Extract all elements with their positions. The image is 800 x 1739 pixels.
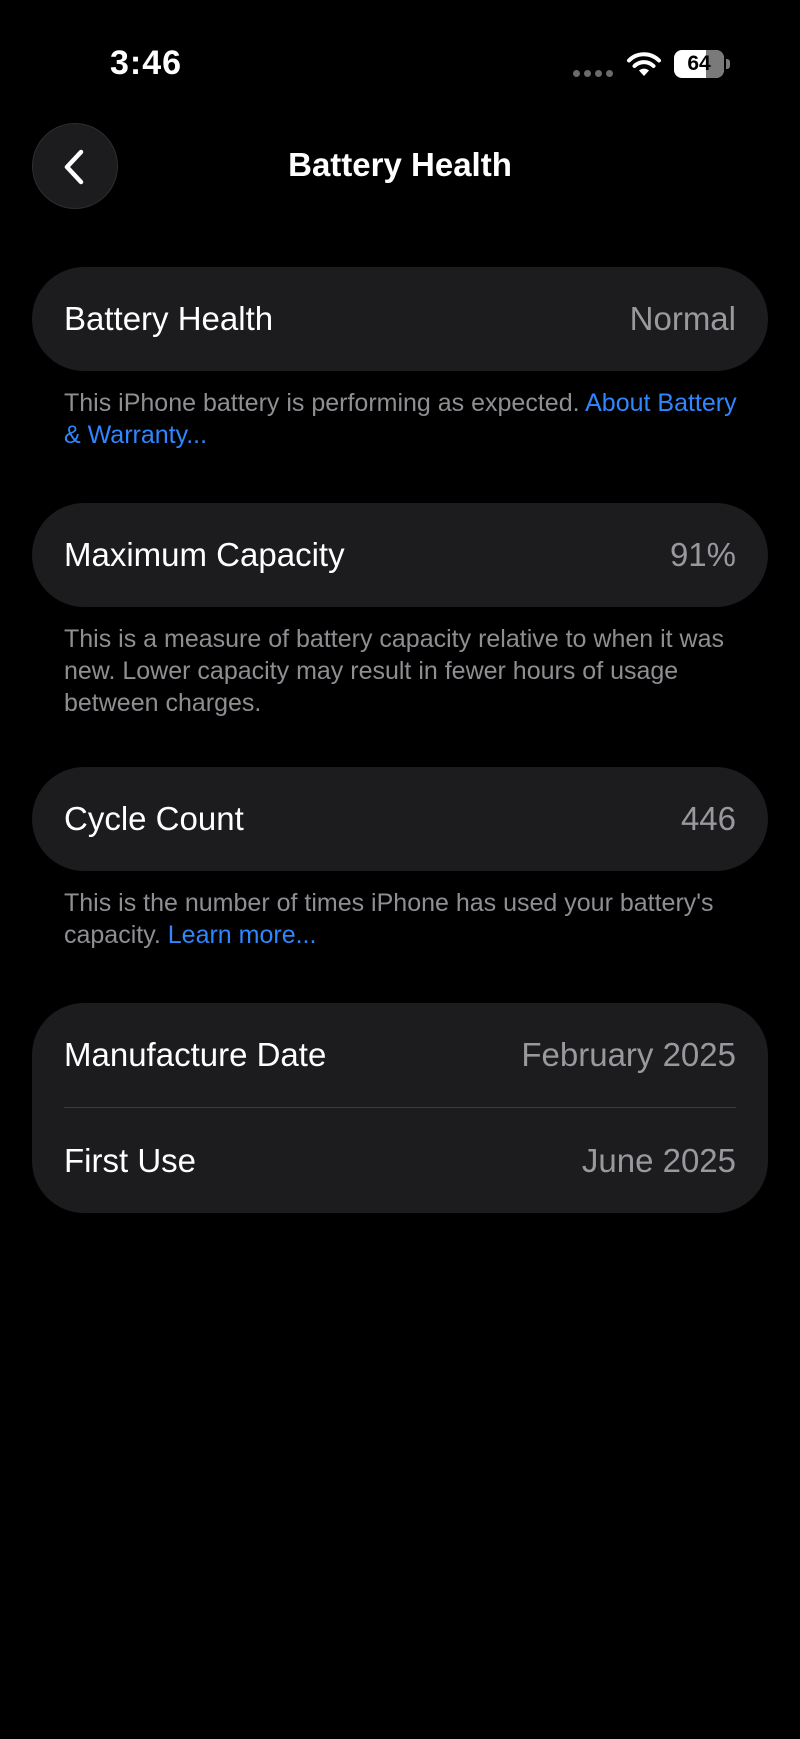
cycle-count-card: Cycle Count 446 xyxy=(32,767,768,871)
learn-more-link[interactable]: Learn more... xyxy=(168,921,317,949)
first-use-label: First Use xyxy=(64,1142,196,1179)
cycle-count-row: Cycle Count 446 xyxy=(64,767,736,871)
battery-level: 64 xyxy=(687,52,711,75)
status-time: 3:46 xyxy=(110,44,183,82)
maximum-capacity-row: Maximum Capacity 91% xyxy=(64,503,736,607)
battery-health-value: Normal xyxy=(629,300,736,337)
maximum-capacity-description: This is a measure of battery capacity re… xyxy=(64,625,725,717)
battery-health-card: Battery Health Normal xyxy=(32,267,768,371)
cycle-count-footnote: This is the number of times iPhone has u… xyxy=(64,887,744,951)
battery-health-label: Battery Health xyxy=(64,300,274,337)
first-use-value: June 2025 xyxy=(581,1142,736,1179)
status-bar: 3:46 64 xyxy=(0,0,800,130)
row-divider xyxy=(64,1107,736,1108)
manufacture-date-label: Manufacture Date xyxy=(64,1036,327,1073)
battery-health-footnote: This iPhone battery is performing as exp… xyxy=(64,387,744,451)
cellular-signal-icon xyxy=(573,70,613,78)
dates-card: Manufacture Date February 2025 First Use… xyxy=(32,1003,768,1213)
manufacture-date-row: Manufacture Date February 2025 xyxy=(64,1003,736,1107)
battery-icon: 64 xyxy=(674,50,730,78)
battery-health-row: Battery Health Normal xyxy=(64,267,736,371)
manufacture-date-value: February 2025 xyxy=(521,1036,736,1073)
maximum-capacity-value: 91% xyxy=(669,536,736,573)
first-use-row: First Use June 2025 xyxy=(64,1109,736,1213)
wifi-icon xyxy=(627,52,661,76)
maximum-capacity-card: Maximum Capacity 91% xyxy=(32,503,768,607)
page-title: Battery Health xyxy=(288,146,512,183)
cycle-count-description: This is the number of times iPhone has u… xyxy=(64,889,714,949)
cycle-count-label: Cycle Count xyxy=(64,800,244,837)
cycle-count-value: 446 xyxy=(680,800,736,837)
maximum-capacity-label: Maximum Capacity xyxy=(64,536,345,573)
battery-health-description: This iPhone battery is performing as exp… xyxy=(64,389,580,417)
maximum-capacity-footnote: This is a measure of battery capacity re… xyxy=(64,623,744,719)
